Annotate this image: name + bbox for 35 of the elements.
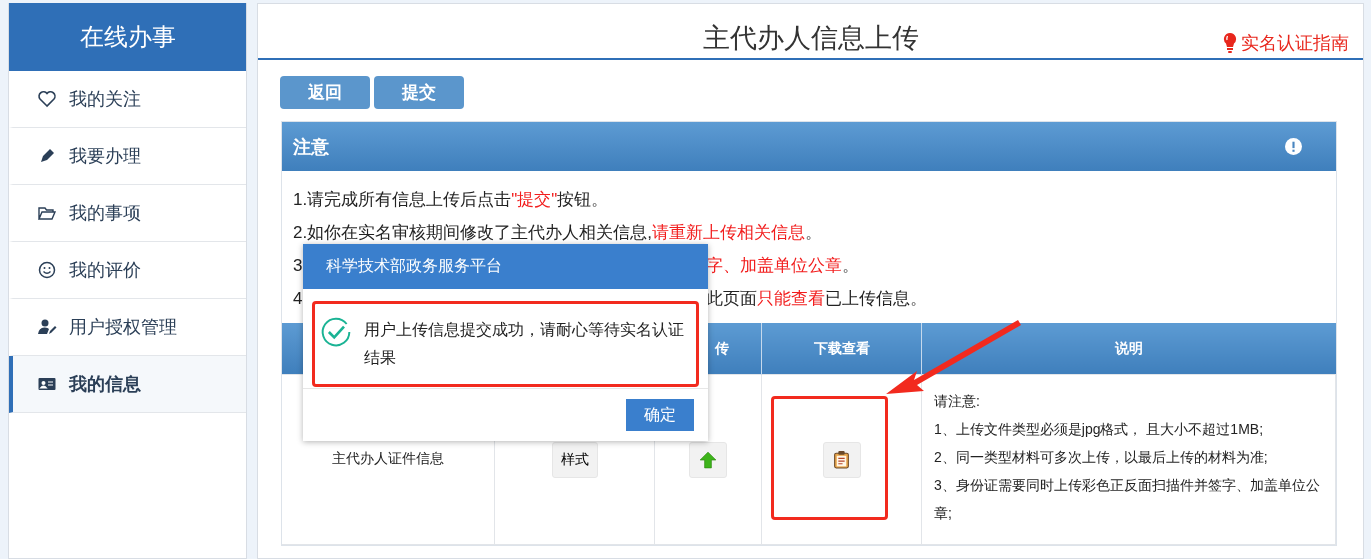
dialog-title: 科学技术部政务服务平台 — [303, 244, 708, 289]
sidebar-title: 在线办事 — [9, 3, 246, 71]
lightbulb-icon — [1223, 32, 1237, 54]
notice-text: 2.如你在实名审核期间修改了主代办人相关信息,请重新上传相关信息。 — [293, 222, 822, 244]
upload-button[interactable] — [689, 441, 727, 478]
notice-title: 注意 — [293, 135, 329, 159]
notice-text: 4 — [293, 288, 303, 309]
user-edit-icon — [37, 317, 57, 337]
clipboard-icon — [833, 450, 850, 469]
smiley-icon — [37, 260, 57, 280]
sidebar-item[interactable]: 我的评价 — [9, 242, 246, 299]
dialog-message: 用户上传信息提交成功，请耐心等待实名认证结果 — [364, 320, 685, 368]
sidebar-item[interactable]: 我的信息 — [9, 356, 246, 413]
notice-text: 3 — [293, 255, 303, 276]
sidebar-item[interactable]: 我的关注 — [9, 71, 246, 128]
up-arrow-icon — [699, 450, 717, 469]
sidebar-item[interactable]: 我的事项 — [9, 185, 246, 242]
sidebar-item[interactable]: 我要办理 — [9, 128, 246, 185]
sample-button[interactable]: 样式 — [551, 441, 598, 478]
heart-icon — [37, 89, 57, 109]
notice-text: 1.请完成所有信息上传后点击"提交"按钮。 — [293, 189, 609, 211]
guide-link[interactable]: 实名认证指南 — [1223, 31, 1349, 55]
view-button[interactable] — [822, 441, 861, 478]
table-cell: 主代办人证件信息 — [332, 450, 444, 466]
note-text: 请注意: — [934, 392, 981, 411]
note-text: 3、身份证需要同时上传彩色正反面扫描件并签字、加盖单位公章; — [934, 476, 1321, 523]
note-text: 2、同一类型材料可多次上传，以最后上传的材料为准; — [934, 448, 1269, 467]
check-circle-icon — [320, 316, 352, 348]
note-text: 1、上传文件类型必须是jpg格式， 且大小不超过1MB; — [934, 420, 1265, 439]
exclamation-icon — [1285, 138, 1302, 155]
column-header: 下载查看 — [813, 339, 870, 356]
column-header: 说明 — [1114, 339, 1143, 356]
column-header: 传 — [714, 339, 729, 358]
page-title: 主代办人信息上传 — [702, 22, 919, 55]
confirm-button[interactable]: 确定 — [626, 399, 694, 431]
